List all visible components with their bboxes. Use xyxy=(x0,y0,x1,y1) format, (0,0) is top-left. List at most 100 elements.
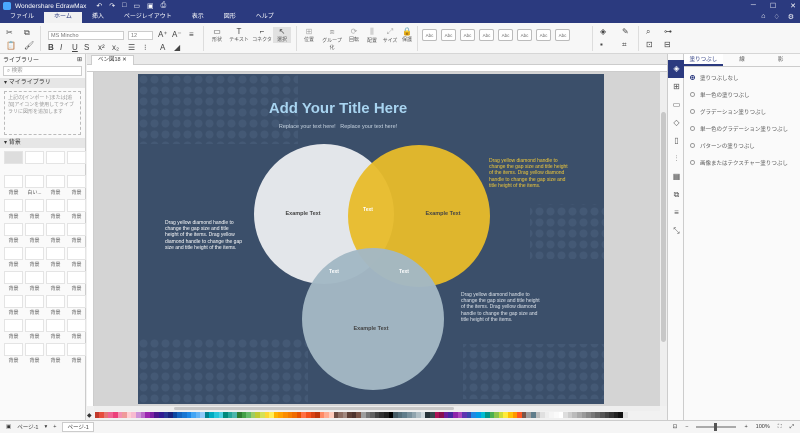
subscript-icon[interactable]: x₂ xyxy=(112,43,119,52)
table-panel-icon[interactable]: ▦ xyxy=(668,168,685,186)
data-panel-icon[interactable]: ⧉ xyxy=(668,186,685,204)
fill-panel-icon[interactable]: ◈ xyxy=(668,60,685,78)
library-thumbnail[interactable]: 背景 xyxy=(25,295,44,316)
group-button[interactable]: ⧈ グループ化 xyxy=(320,27,344,51)
page-layout-icon[interactable]: ▣ xyxy=(6,424,11,430)
library-thumbnail[interactable]: 背景 xyxy=(46,319,65,340)
fill-option-single-gradient[interactable]: 単一色のグラデーション塗りつぶし xyxy=(684,120,800,137)
decrease-font-icon[interactable]: A⁻ xyxy=(172,30,182,39)
diagram-page[interactable]: Add Your Title Here Replace your text he… xyxy=(138,74,604,404)
style-5[interactable]: Abc xyxy=(498,29,513,41)
connector-tool[interactable]: ⌐ コネクタ xyxy=(251,27,273,43)
zoom-slider[interactable] xyxy=(696,423,737,431)
note-left[interactable]: Drag yellow diamond handle to change the… xyxy=(165,220,243,251)
my-library-header[interactable]: ▾ マイライブラリ xyxy=(0,78,85,88)
shape-tool[interactable]: ▭ 形状 xyxy=(208,27,226,43)
bullets-icon[interactable]: ⁝ xyxy=(144,43,147,52)
page-selector[interactable]: ページ-1 xyxy=(17,423,38,431)
library-thumbnail[interactable]: 背景 xyxy=(67,175,86,196)
mind-map-icon[interactable]: ⊶ xyxy=(664,27,672,36)
menu-help[interactable]: ヘルプ xyxy=(246,12,284,23)
undo-icon[interactable]: ↶ xyxy=(96,2,102,10)
rotate-button[interactable]: ⟳ 回転 xyxy=(346,27,362,43)
style-2[interactable]: Abc xyxy=(441,29,456,41)
style-4[interactable]: Abc xyxy=(479,29,494,41)
style-8[interactable]: Abc xyxy=(555,29,570,41)
style-7[interactable]: Abc xyxy=(536,29,551,41)
library-thumbnail[interactable] xyxy=(67,151,86,172)
library-thumbnail[interactable]: 白い... xyxy=(25,175,44,196)
library-thumbnail[interactable]: 背景 xyxy=(4,223,23,244)
image-panel-icon[interactable]: ▭ xyxy=(668,96,685,114)
font-name-select[interactable]: MS Mincho xyxy=(48,31,124,40)
circle-left-label[interactable]: Example Text xyxy=(278,211,328,217)
zoom-in-icon[interactable]: + xyxy=(744,424,747,430)
font-size-select[interactable]: 12 xyxy=(128,31,153,40)
tab-shadow[interactable]: 影 xyxy=(761,54,800,66)
select-tool[interactable]: ↖ 選択 xyxy=(273,27,291,43)
library-thumbnail[interactable]: 背景 xyxy=(46,295,65,316)
menu-insert[interactable]: 挿入 xyxy=(82,12,114,23)
circle-right-label[interactable]: Example Text xyxy=(418,211,468,217)
position-button[interactable]: ⊞ 位置 xyxy=(300,27,318,43)
layout-icon[interactable]: ⊡ xyxy=(646,40,653,49)
redo-icon[interactable]: ↷ xyxy=(109,2,115,10)
library-thumbnail[interactable]: 背景 xyxy=(25,223,44,244)
arrange-button[interactable]: ⫼ 配置 xyxy=(364,27,380,44)
tab-line[interactable]: 線 xyxy=(723,54,762,66)
font-color-icon[interactable]: A xyxy=(160,43,165,52)
size-button[interactable]: ⤢ サイズ xyxy=(382,27,398,44)
expand-icon[interactable]: ⤢ xyxy=(790,424,794,431)
settings-icon[interactable]: ⚙ xyxy=(788,13,794,21)
circle-bottom-label[interactable]: Example Text xyxy=(346,326,396,332)
paste-icon[interactable]: 📋 xyxy=(6,41,16,50)
library-search-input[interactable]: ⌕ 検索 xyxy=(3,66,82,76)
chart-panel-icon[interactable]: ⫶ xyxy=(668,150,685,168)
shadow-icon[interactable]: ▪ xyxy=(600,40,603,49)
minimize-icon[interactable]: ─ xyxy=(751,2,756,10)
library-thumbnail[interactable]: 背景 xyxy=(67,343,86,364)
library-thumbnail[interactable]: 背景 xyxy=(67,199,86,220)
fit-panel-icon[interactable]: ⤡ xyxy=(668,222,685,240)
fill-option-solid[interactable]: 単一色の塗りつぶし xyxy=(684,86,800,103)
library-thumbnail[interactable] xyxy=(46,151,65,172)
highlight-icon[interactable]: ◢ xyxy=(174,43,180,52)
library-thumbnail[interactable]: 背景 xyxy=(46,175,65,196)
menu-shape[interactable]: 図形 xyxy=(214,12,246,23)
increase-font-icon[interactable]: A⁺ xyxy=(158,30,168,39)
fit-page-icon[interactable]: ⊡ xyxy=(673,424,678,430)
menu-home[interactable]: ホーム xyxy=(44,12,82,23)
new-icon[interactable]: □ xyxy=(122,2,126,10)
library-thumbnail[interactable]: 背景 xyxy=(46,223,65,244)
library-thumbnail[interactable]: 背景 xyxy=(46,199,65,220)
library-thumbnail[interactable]: 背景 xyxy=(4,271,23,292)
align-icon[interactable]: ≡ xyxy=(189,30,194,39)
cut-icon[interactable]: ✂ xyxy=(6,28,13,37)
library-thumbnail[interactable]: 背景 xyxy=(67,223,86,244)
intersection-right-label[interactable]: Text xyxy=(389,269,419,275)
library-thumbnail[interactable]: 背景 xyxy=(46,247,65,268)
strikethrough-icon[interactable]: S xyxy=(84,43,89,52)
diagram-subtitle[interactable]: Replace your text here! Replace your tex… xyxy=(138,124,538,130)
fill-option-gradient[interactable]: グラデーション塗りつぶし xyxy=(684,103,800,120)
close-icon[interactable]: ✕ xyxy=(790,2,796,10)
library-thumbnail[interactable]: 背景 xyxy=(67,319,86,340)
crop-icon[interactable]: ⌗ xyxy=(622,40,627,50)
intersection-left-label[interactable]: Text xyxy=(319,269,349,275)
find-icon[interactable]: ⌕ xyxy=(646,27,650,37)
list-icon[interactable]: ☰ xyxy=(128,43,135,52)
style-1[interactable]: Abc xyxy=(422,29,437,41)
theme-icon[interactable]: ⊟ xyxy=(664,40,671,49)
style-3[interactable]: Abc xyxy=(460,29,475,41)
fill-option-none[interactable]: 塗りつぶしなし xyxy=(684,69,800,86)
print-icon[interactable]: ⎙ xyxy=(161,2,167,10)
diagram-title[interactable]: Add Your Title Here xyxy=(138,100,538,117)
intersection-top-label[interactable]: Text xyxy=(353,207,383,213)
style-6[interactable]: Abc xyxy=(517,29,532,41)
library-thumbnail[interactable]: 背景 xyxy=(4,247,23,268)
fullscreen-icon[interactable]: ⛶ xyxy=(778,424,782,431)
library-thumbnail[interactable]: 背景 xyxy=(25,319,44,340)
bell-icon[interactable]: ♢ xyxy=(773,13,779,21)
document-tab[interactable]: ベン図18 ✕ xyxy=(91,55,134,65)
italic-icon[interactable]: I xyxy=(60,43,62,52)
